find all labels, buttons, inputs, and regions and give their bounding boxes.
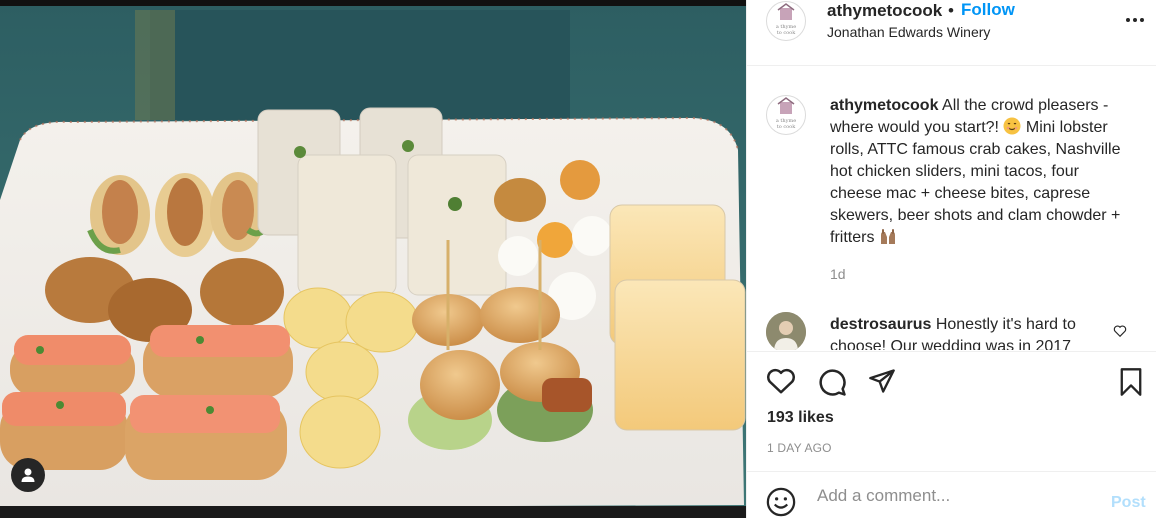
comment-input[interactable] bbox=[817, 484, 1097, 508]
commenter-username[interactable]: destrosaurus bbox=[830, 316, 931, 333]
separator-dot: • bbox=[948, 1, 954, 20]
post-button[interactable]: Post bbox=[1111, 494, 1146, 512]
user-tag-icon bbox=[21, 468, 35, 482]
post-location[interactable]: Jonathan Edwards Winery bbox=[827, 24, 990, 40]
raised-hands-icon bbox=[880, 229, 895, 244]
svg-text:to cook: to cook bbox=[777, 124, 796, 130]
heart-icon[interactable] bbox=[766, 367, 796, 395]
smiling-face-icon bbox=[1003, 117, 1021, 135]
more-options-button[interactable] bbox=[1123, 10, 1147, 30]
caption-part2: Mini lobster rolls, ATTC famous crab cak… bbox=[830, 119, 1121, 246]
post-sidebar: a thyme to cook athymetocook • Follow Jo… bbox=[746, 0, 1156, 518]
brand-logo: a thyme to cook bbox=[776, 97, 796, 130]
add-comment-bar: Post bbox=[747, 471, 1156, 518]
caption-avatar[interactable]: a thyme to cook bbox=[766, 95, 806, 135]
post-header: a thyme to cook athymetocook • Follow Jo… bbox=[747, 0, 1156, 66]
likes-count[interactable]: 193 likes bbox=[767, 409, 834, 427]
comment-body: destrosaurus Honestly it's hard to choos… bbox=[830, 314, 1100, 350]
commenter-avatar[interactable] bbox=[766, 312, 806, 350]
smiley-icon[interactable] bbox=[766, 487, 796, 517]
bookmark-icon[interactable] bbox=[1117, 367, 1145, 397]
follow-button[interactable]: Follow bbox=[961, 0, 1015, 20]
comment-item: destrosaurus Honestly it's hard to choos… bbox=[747, 312, 1156, 350]
caption-text: athymetocook All the crowd pleasers - wh… bbox=[830, 95, 1126, 249]
commenter-photo bbox=[766, 312, 806, 350]
brand-logo: a thyme to cook bbox=[776, 3, 796, 36]
share-icon[interactable] bbox=[867, 367, 897, 395]
action-bar: 193 likes 1 DAY AGO bbox=[747, 351, 1156, 471]
comment-like-icon[interactable] bbox=[1113, 324, 1127, 338]
caption-username[interactable]: athymetocook bbox=[830, 97, 938, 114]
svg-text:to cook: to cook bbox=[777, 30, 796, 36]
post-date[interactable]: 1 DAY AGO bbox=[767, 441, 832, 455]
caption-timestamp[interactable]: 1d bbox=[830, 266, 846, 282]
post-image[interactable] bbox=[0, 0, 746, 518]
user-tag-button[interactable] bbox=[11, 458, 45, 492]
comment-icon[interactable] bbox=[817, 367, 847, 397]
more-icon bbox=[1126, 18, 1144, 22]
post-username[interactable]: athymetocook bbox=[827, 1, 942, 21]
food-platter-photo bbox=[0, 0, 746, 518]
avatar[interactable]: a thyme to cook bbox=[766, 1, 806, 41]
